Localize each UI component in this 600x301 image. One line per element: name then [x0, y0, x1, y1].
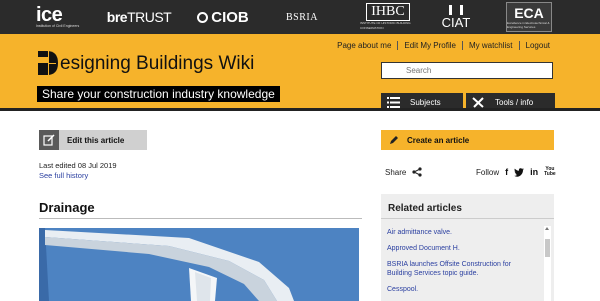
- related-divider: [381, 218, 554, 219]
- last-edited-text: Last edited 08 Jul 2019: [39, 161, 117, 170]
- article-title: Drainage: [39, 200, 95, 215]
- scroll-up-arrow-icon[interactable]: [545, 227, 549, 230]
- site-title: esigning Buildings Wiki: [60, 53, 255, 74]
- related-articles-panel: Related articles Air admittance valve. A…: [381, 194, 554, 301]
- related-article-link[interactable]: BSRIA launches Offsite Construction for …: [387, 260, 537, 278]
- ihbc-logo-text: IHBC: [366, 3, 410, 21]
- facebook-icon[interactable]: f: [505, 167, 508, 177]
- edit-icon: [43, 134, 55, 146]
- ciob-logo[interactable]: CIOB: [192, 0, 254, 34]
- create-article-label: Create an article: [407, 135, 470, 145]
- site-header: Page about me Edit My Profile My watchli…: [0, 34, 600, 111]
- edit-article-button[interactable]: Edit this article: [39, 130, 147, 150]
- linkedin-icon[interactable]: in: [530, 167, 538, 177]
- youtube-icon[interactable]: You Tube: [544, 167, 556, 177]
- bsria-logo[interactable]: BSRIA: [276, 0, 328, 34]
- tools-icon: [472, 96, 484, 108]
- ciob-logo-text: CIOB: [211, 8, 249, 26]
- logout-link[interactable]: Logout: [518, 41, 556, 50]
- follow-label: Follow: [476, 167, 500, 177]
- search-box[interactable]: [381, 62, 553, 79]
- ciob-ring-icon: [197, 11, 209, 23]
- site-tagline: Share your construction industry knowled…: [37, 86, 280, 102]
- share-section: Share: [385, 167, 422, 177]
- watchlist-link[interactable]: My watchlist: [461, 41, 519, 50]
- related-scrollbar[interactable]: [544, 226, 551, 301]
- ciat-logo[interactable]: CIAT: [436, 0, 476, 34]
- gutter-photo: [39, 228, 359, 301]
- tools-info-label: Tools / info: [495, 97, 534, 107]
- page-about-me-link[interactable]: Page about me: [331, 41, 397, 50]
- partner-bar: ice Institution of Civil Engineers bre TR…: [0, 0, 600, 34]
- related-articles-list: Air admittance valve. Approved Document …: [387, 228, 537, 301]
- share-icon[interactable]: [412, 167, 422, 177]
- ciat-logo-text: CIAT: [441, 15, 471, 30]
- related-article-link[interactable]: Air admittance valve.: [387, 228, 537, 237]
- edit-icon-box: [39, 130, 59, 150]
- edit-profile-link[interactable]: Edit My Profile: [397, 41, 462, 50]
- create-article-button[interactable]: Create an article: [381, 130, 554, 150]
- pencil-icon: [390, 136, 398, 144]
- ice-logo-subtext: Institution of Civil Engineers: [36, 24, 80, 28]
- twitter-icon[interactable]: [514, 167, 525, 177]
- edit-article-label: Edit this article: [67, 135, 125, 145]
- header-divider: [0, 108, 600, 111]
- related-articles-heading: Related articles: [388, 203, 462, 214]
- bsria-logo-text: BSRIA: [286, 11, 318, 23]
- article-image: [39, 228, 359, 301]
- bre-logo-text: bre: [106, 9, 128, 25]
- eca-logo[interactable]: ECA Excellence in Electrotechnical & Eng…: [506, 2, 552, 32]
- ciat-mark-icon: [449, 5, 463, 15]
- related-article-link[interactable]: Cesspool.: [387, 285, 537, 294]
- ihbc-logo[interactable]: IHBC INSTITUTE OF HISTORIC BUILDING CONS…: [360, 0, 416, 34]
- ice-logo[interactable]: ice Institution of Civil Engineers: [36, 0, 86, 34]
- db-logo-icon: [38, 51, 58, 75]
- ice-logo-text: ice: [36, 4, 63, 26]
- eca-logo-text: ECA: [514, 4, 544, 21]
- bre-trust-logo[interactable]: bre TRUST: [106, 0, 172, 34]
- user-links: Page about me Edit My Profile My watchli…: [331, 41, 556, 50]
- list-icon: [387, 96, 400, 108]
- subjects-label: Subjects: [410, 97, 441, 107]
- scrollbar-thumb[interactable]: [545, 239, 550, 257]
- share-label: Share: [385, 167, 407, 177]
- follow-section: Follow f in You Tube: [476, 167, 556, 178]
- youtube-text: You Tube: [544, 166, 556, 177]
- title-divider: [39, 218, 362, 219]
- bre-trust-text: TRUST: [127, 9, 172, 25]
- ihbc-logo-subtext: INSTITUTE OF HISTORIC BUILDING CONSERVAT…: [360, 21, 411, 30]
- related-article-link[interactable]: Approved Document H.: [387, 244, 537, 253]
- site-logo[interactable]: esigning Buildings Wiki: [37, 50, 254, 76]
- eca-logo-subtext: Excellence in Electrotechnical & Enginee…: [507, 20, 550, 29]
- full-history-link[interactable]: See full history: [39, 171, 88, 180]
- search-input[interactable]: [406, 66, 546, 75]
